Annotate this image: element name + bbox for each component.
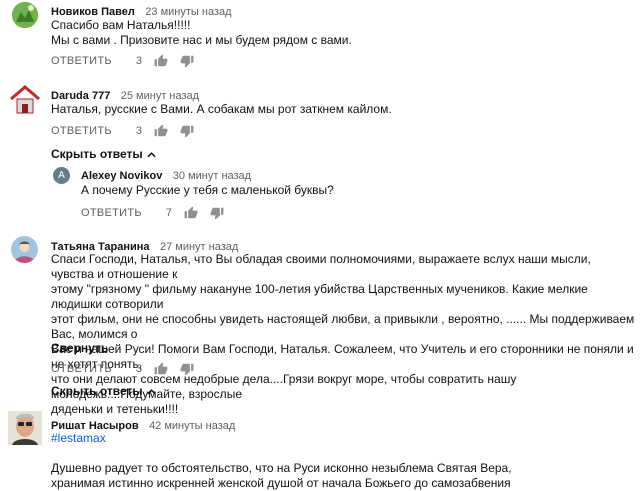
thumb-up-icon[interactable] [154, 362, 168, 376]
avatar-image [11, 236, 38, 263]
reply-header: Alexey Novikov 30 минут назад [81, 166, 251, 184]
thumb-up-icon[interactable] [154, 54, 168, 68]
house-avatar-icon [8, 83, 42, 117]
comment-time[interactable]: 25 минут назад [121, 90, 199, 102]
thumb-up-icon[interactable] [154, 124, 168, 138]
thumb-down-icon[interactable] [180, 362, 194, 376]
comment-actions: ОТВЕТИТЬ 3 [51, 362, 194, 376]
comment-time[interactable]: 30 минут назад [173, 170, 251, 182]
reply-button[interactable]: ОТВЕТИТЬ [51, 55, 112, 67]
reply-button[interactable]: ОТВЕТИТЬ [51, 363, 112, 375]
avatar[interactable] [8, 411, 42, 445]
collapse-link[interactable]: Свернуть [51, 341, 108, 355]
avatar[interactable] [8, 83, 42, 117]
avatar-image [12, 2, 38, 28]
hide-replies-toggle[interactable]: Скрыть ответы [51, 147, 156, 161]
thumb-down-icon[interactable] [180, 54, 194, 68]
like-count: 7 [165, 207, 173, 219]
comment-actions: ОТВЕТИТЬ 3 [51, 124, 194, 138]
avatar[interactable] [12, 2, 38, 28]
reply-button[interactable]: ОТВЕТИТЬ [51, 125, 112, 137]
reply-text: А почему Русские у тебя с маленькой букв… [81, 183, 334, 197]
thumb-up-icon[interactable] [184, 206, 198, 220]
comment-author[interactable]: Alexey Novikov [81, 170, 162, 182]
comment-author[interactable]: Daruda 777 [51, 90, 110, 102]
comment-time[interactable]: 42 минуты назад [149, 420, 235, 432]
comment-text: Душевно радует то обстоятельство, что на… [51, 461, 512, 490]
chevron-up-icon [147, 384, 156, 398]
chevron-up-icon [147, 147, 156, 161]
avatar[interactable] [11, 236, 38, 263]
avatar-letter: A [58, 170, 65, 181]
hide-replies-toggle[interactable]: Скрыть ответы [51, 384, 156, 398]
thumb-down-icon[interactable] [210, 206, 224, 220]
comment-time[interactable]: 23 минуты назад [145, 6, 231, 18]
hashtag-link[interactable]: #lestamax [51, 431, 106, 446]
comment-text: Наталья, русские с Вами. А собакам мы ро… [51, 102, 392, 116]
like-count: 3 [135, 125, 143, 137]
reply-actions: ОТВЕТИТЬ 7 [81, 206, 224, 220]
thumb-down-icon[interactable] [180, 124, 194, 138]
comment-text: Спасибо вам Наталья!!!!! Мы с вами . При… [51, 18, 352, 47]
like-count: 3 [135, 363, 143, 375]
comment-author[interactable]: Новиков Павел [51, 6, 135, 18]
reply-button[interactable]: ОТВЕТИТЬ [81, 207, 142, 219]
comment-actions: ОТВЕТИТЬ 3 [51, 54, 194, 68]
like-count: 3 [135, 55, 143, 67]
avatar[interactable]: A [53, 167, 70, 184]
avatar-image [8, 411, 42, 445]
